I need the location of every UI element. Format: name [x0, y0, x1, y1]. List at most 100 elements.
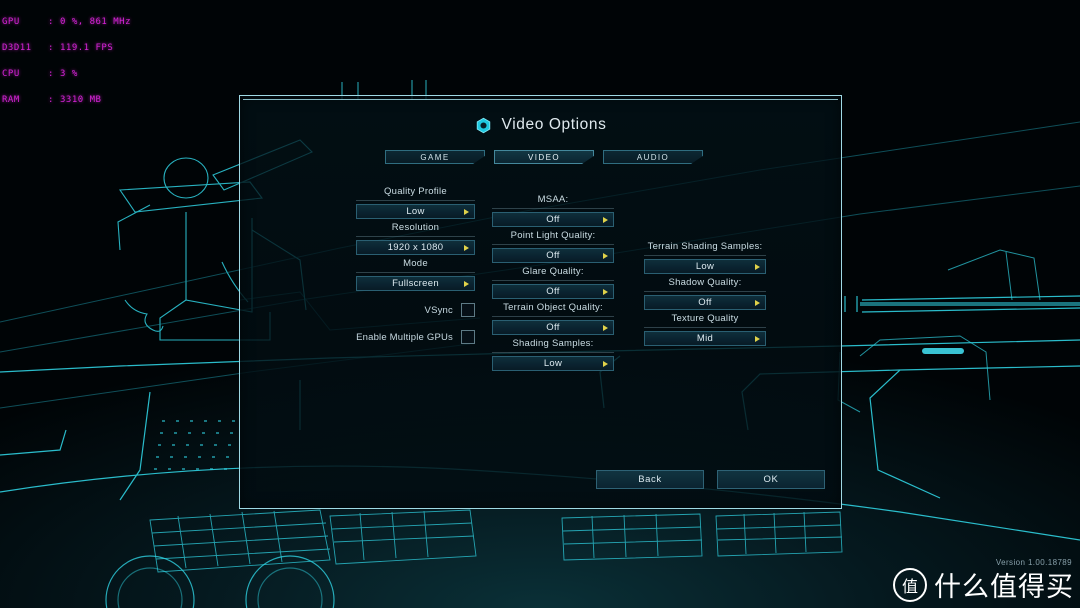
dialog-title: Video Options — [501, 116, 607, 133]
hud-sep-d3d11: : — [48, 42, 54, 53]
setting-vsync: VSync — [297, 302, 475, 318]
dialog-button-row: Back OK — [596, 470, 825, 489]
dialog-header: Video Options — [240, 116, 841, 134]
chevron-right-icon — [755, 335, 760, 342]
setting-msaa: MSAA: Off — [492, 194, 614, 227]
settings-column-left: Quality Profile Low Resolution 1920 x 10… — [297, 186, 475, 345]
setting-multi-gpu-checkbox[interactable] — [461, 330, 475, 344]
tab-audio-label: AUDIO — [636, 152, 670, 162]
setting-shadow-quality-combo[interactable]: Off — [644, 295, 766, 310]
setting-point-light-quality-combo[interactable]: Off — [492, 248, 614, 263]
game-screen: GPU:0 %, 861 MHz D3D11:119.1 FPS CPU:3 %… — [0, 0, 1080, 608]
setting-quality-profile: Quality Profile Low — [356, 186, 475, 219]
setting-shading-samples: Shading Samples: Low — [492, 338, 614, 371]
settings-column-right: Terrain Shading Samples: Low Shadow Qual… — [644, 241, 766, 349]
setting-glare-quality-combo[interactable]: Off — [492, 284, 614, 299]
setting-texture-quality-label: Texture Quality — [644, 313, 766, 328]
setting-mode-value: Fullscreen — [392, 278, 439, 289]
hud-row-d3d11: D3D11:119.1 FPS — [2, 42, 131, 53]
tab-bar: GAME VIDEO AUDIO — [385, 150, 703, 164]
setting-shadow-quality-label: Shadow Quality: — [644, 277, 766, 292]
chevron-right-icon — [603, 288, 608, 295]
hud-key-gpu: GPU — [2, 17, 20, 28]
setting-shadow-quality: Shadow Quality: Off — [644, 277, 766, 310]
setting-terrain-object-quality-combo[interactable]: Off — [492, 320, 614, 335]
hud-sep-cpu: : — [48, 68, 54, 79]
tab-video-label: VIDEO — [528, 152, 560, 162]
setting-terrain-shading-samples-value: Low — [695, 261, 715, 272]
setting-resolution: Resolution 1920 x 1080 — [356, 222, 475, 255]
setting-mode-label: Mode — [356, 258, 475, 273]
chevron-right-icon — [603, 252, 608, 259]
setting-quality-profile-label: Quality Profile — [356, 186, 475, 201]
setting-texture-quality-combo[interactable]: Mid — [644, 331, 766, 346]
setting-glare-quality-label: Glare Quality: — [492, 266, 614, 281]
hud-key-cpu: CPU — [2, 68, 20, 79]
chevron-right-icon — [464, 208, 469, 215]
tab-game[interactable]: GAME — [385, 150, 485, 164]
hud-value-cpu: 3 % — [60, 68, 78, 79]
hud-value-ram: 3310 MB — [60, 94, 102, 105]
hud-value-gpu: 0 %, 861 MHz — [60, 17, 132, 28]
setting-glare-quality-value: Off — [546, 286, 560, 297]
tab-game-label: GAME — [420, 152, 450, 162]
chevron-right-icon — [603, 324, 608, 331]
setting-vsync-label: VSync — [424, 304, 453, 316]
watermark: 值 什么值得买 — [893, 565, 1074, 604]
setting-texture-quality-value: Mid — [696, 333, 714, 344]
setting-mode: Mode Fullscreen — [356, 258, 475, 291]
hud-row-cpu: CPU:3 % — [2, 68, 131, 79]
chevron-right-icon — [464, 244, 469, 251]
hud-value-d3d11: 119.1 FPS — [60, 42, 114, 53]
performance-hud-overlay: GPU:0 %, 861 MHz D3D11:119.1 FPS CPU:3 %… — [2, 1, 131, 121]
ok-button-label: OK — [763, 474, 779, 485]
setting-terrain-shading-samples: Terrain Shading Samples: Low — [644, 241, 766, 274]
ok-button[interactable]: OK — [717, 470, 825, 489]
watermark-badge: 值 — [893, 567, 927, 602]
setting-resolution-combo[interactable]: 1920 x 1080 — [356, 240, 475, 255]
chevron-right-icon — [755, 263, 760, 270]
setting-quality-profile-value: Low — [406, 206, 425, 217]
setting-shadow-quality-value: Off — [698, 297, 712, 308]
watermark-text: 什么值得买 — [934, 572, 1074, 603]
setting-msaa-combo[interactable]: Off — [492, 212, 614, 227]
setting-resolution-value: 1920 x 1080 — [387, 242, 444, 253]
chevron-right-icon — [603, 216, 608, 223]
setting-shading-samples-label: Shading Samples: — [492, 338, 614, 353]
setting-terrain-object-quality-label: Terrain Object Quality: — [492, 302, 614, 317]
setting-point-light-quality-value: Off — [546, 250, 560, 261]
setting-msaa-label: MSAA: — [492, 194, 614, 209]
setting-point-light-quality: Point Light Quality: Off — [492, 230, 614, 263]
tab-audio[interactable]: AUDIO — [603, 150, 703, 164]
setting-vsync-checkbox[interactable] — [461, 303, 475, 317]
setting-texture-quality: Texture Quality Mid — [644, 313, 766, 346]
chevron-right-icon — [603, 360, 608, 367]
setting-point-light-quality-label: Point Light Quality: — [492, 230, 614, 245]
setting-terrain-shading-samples-combo[interactable]: Low — [644, 259, 766, 274]
hud-sep-gpu: : — [48, 17, 54, 28]
setting-terrain-object-quality: Terrain Object Quality: Off — [492, 302, 614, 335]
setting-shading-samples-combo[interactable]: Low — [492, 356, 614, 371]
chevron-right-icon — [755, 299, 760, 306]
setting-mode-combo[interactable]: Fullscreen — [356, 276, 475, 291]
hud-row-ram: RAM:3310 MB — [2, 94, 131, 105]
video-options-dialog: Video Options GAME VIDEO AUDIO Quality P… — [239, 95, 842, 509]
setting-multi-gpu-label: Enable Multiple GPUs — [356, 331, 453, 343]
hud-key-d3d11: D3D11 — [2, 42, 32, 53]
hud-sep-ram: : — [48, 94, 54, 105]
back-button[interactable]: Back — [596, 470, 704, 489]
setting-shading-samples-value: Low — [543, 358, 563, 369]
hud-key-ram: RAM — [2, 94, 20, 105]
tab-video[interactable]: VIDEO — [494, 150, 594, 164]
setting-terrain-object-quality-value: Off — [546, 322, 560, 333]
setting-glare-quality: Glare Quality: Off — [492, 266, 614, 299]
back-button-label: Back — [638, 474, 662, 485]
chevron-right-icon — [464, 280, 469, 287]
setting-msaa-value: Off — [546, 214, 560, 225]
setting-resolution-label: Resolution — [356, 222, 475, 237]
hex-gear-icon — [476, 117, 490, 133]
setting-quality-profile-combo[interactable]: Low — [356, 204, 475, 219]
hud-row-gpu: GPU:0 %, 861 MHz — [2, 18, 131, 27]
setting-terrain-shading-samples-label: Terrain Shading Samples: — [644, 241, 766, 256]
setting-multi-gpu: Enable Multiple GPUs — [297, 329, 475, 345]
